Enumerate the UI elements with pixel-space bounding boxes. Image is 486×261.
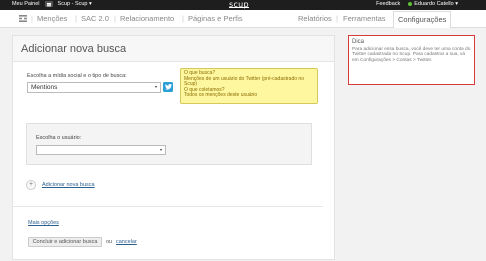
user-select-label: Escolha o usuário: <box>36 135 82 141</box>
online-status-icon <box>408 1 413 6</box>
tip-answer-2: Todos os menções deste usuário <box>184 92 258 99</box>
chevron-down-icon <box>160 149 162 151</box>
search-type-select[interactable]: Mentions <box>27 82 161 93</box>
menu-icon[interactable] <box>44 1 53 7</box>
top-bar-left: Meu Painel Scup - Scup ▾ <box>12 1 92 7</box>
nav-item-relatorios[interactable]: Relatórios <box>298 14 332 23</box>
nav-separator: | <box>114 14 116 23</box>
user-select-box <box>26 123 312 165</box>
add-search-link[interactable]: Adicionar nova busca <box>42 182 95 188</box>
nav-item-paginas[interactable]: Páginas e Perfis <box>188 14 243 23</box>
user-name: Eduardo Catello ▾ <box>414 1 458 7</box>
scup-logo[interactable]: scup <box>229 0 249 9</box>
nav-item-ferramentas[interactable]: Ferramentas <box>343 14 386 23</box>
add-search-plus-icon[interactable]: + <box>26 180 36 190</box>
search-type-tooltip: O que busca? Menções de um usuário do Tw… <box>180 68 318 104</box>
grid-icon[interactable] <box>19 15 27 22</box>
nav-item-mencoes[interactable]: Menções <box>37 14 67 23</box>
page-title: Adicionar nova busca <box>21 43 127 55</box>
nav-item-relacionamento[interactable]: Relacionamento <box>120 14 174 23</box>
search-type-label: Escolha a mídia social e o tipo de busca… <box>27 73 127 79</box>
nav-item-sac[interactable]: SAC 2.0 <box>81 14 109 23</box>
account-selector[interactable]: Scup - Scup ▾ <box>58 1 92 7</box>
my-panel-link[interactable]: Meu Painel <box>12 1 40 7</box>
user-select[interactable] <box>36 145 166 155</box>
or-text: ou <box>106 239 113 245</box>
twitter-icon[interactable] <box>163 82 173 92</box>
hint-panel: Dica Para adicionar essa busca, você dev… <box>348 35 475 85</box>
submit-add-search-button[interactable]: Concluir e adicionar busca <box>28 237 102 247</box>
more-options-link[interactable]: Mais opções <box>28 220 59 226</box>
feedback-link[interactable]: Feedback <box>376 1 400 7</box>
nav-separator: | <box>75 14 77 23</box>
top-bar-right: Feedback Eduardo Catello ▾ <box>376 1 458 7</box>
user-menu[interactable]: Eduardo Catello ▾ <box>408 1 458 7</box>
search-type-value: Mentions <box>31 84 58 91</box>
cancel-link[interactable]: cancelar <box>116 239 137 245</box>
nav-separator: | <box>336 14 338 23</box>
hint-text: Para adicionar essa busca, você deve ter… <box>352 47 471 63</box>
hint-title: Dica <box>352 39 365 45</box>
top-bar: Meu Painel Scup - Scup ▾ scup Feedback E… <box>0 0 486 10</box>
form-divider <box>12 206 323 207</box>
panel-header: Adicionar nova busca <box>13 36 334 62</box>
nav-separator: | <box>182 14 184 23</box>
nav-item-configuracoes[interactable]: Configurações <box>393 11 452 28</box>
nav-separator: | <box>31 14 33 23</box>
main-nav: | Menções | SAC 2.0 | Relacionamento | P… <box>0 10 486 28</box>
chevron-down-icon <box>155 86 157 88</box>
